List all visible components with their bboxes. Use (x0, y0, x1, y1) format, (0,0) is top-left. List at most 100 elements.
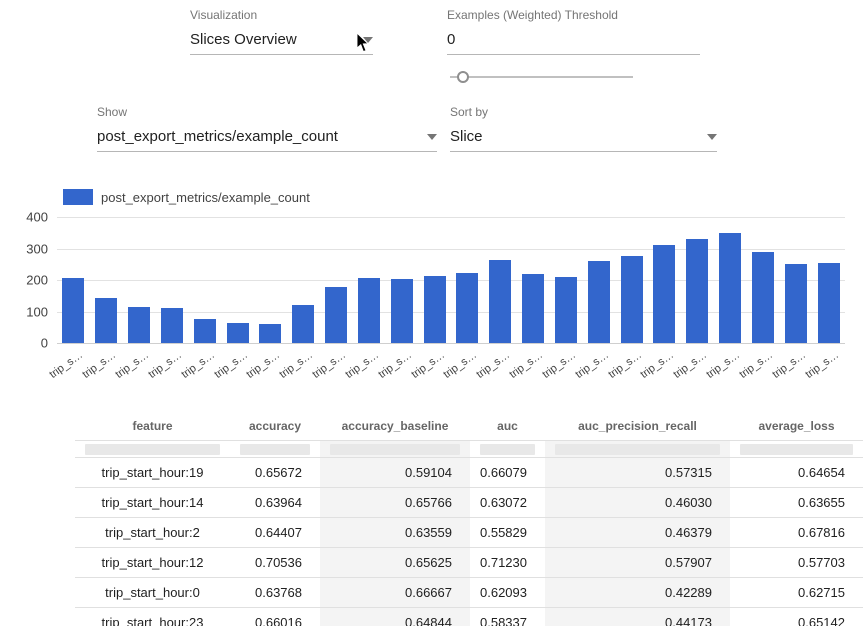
chart-legend: post_export_metrics/example_count (63, 189, 310, 205)
table-row: trip_start_hour:120.705360.656250.712300… (75, 548, 863, 578)
threshold-slider[interactable] (450, 70, 633, 84)
feature-cell: trip_start_hour:12 (75, 548, 230, 577)
column-filter-input[interactable] (85, 444, 220, 455)
metric-cell: 0.67816 (730, 518, 863, 547)
metric-cell: 0.64654 (730, 458, 863, 487)
mouse-cursor-icon (356, 33, 372, 59)
bar[interactable] (719, 233, 741, 343)
visualization-select[interactable]: Visualization Slices Overview (190, 8, 373, 55)
x-axis-tick-label: trip_s… (737, 349, 775, 381)
metric-cell: 0.63072 (470, 488, 545, 517)
bar[interactable] (653, 245, 675, 343)
table-body: trip_start_hour:190.656720.591040.660790… (75, 458, 863, 626)
bar[interactable] (391, 279, 413, 343)
table-filter-cell (320, 441, 470, 457)
bar[interactable] (522, 274, 544, 343)
column-filter-input[interactable] (740, 444, 853, 455)
table-header-row: featureaccuracyaccuracy_baselineaucauc_p… (75, 412, 863, 441)
x-axis-tick-label: trip_s… (540, 349, 578, 381)
show-value: post_export_metrics/example_count (97, 128, 338, 145)
show-select[interactable]: Show post_export_metrics/example_count (97, 105, 437, 152)
x-axis-tick-label: trip_s… (376, 349, 414, 381)
table-filter-cell (75, 441, 230, 457)
metric-cell: 0.66016 (230, 608, 320, 626)
bar[interactable] (95, 298, 117, 343)
table-row: trip_start_hour:230.660160.648440.583370… (75, 608, 863, 626)
x-axis-tick-label: trip_s… (803, 349, 841, 381)
metric-cell: 0.66667 (320, 578, 470, 607)
x-axis-tick-label: trip_s… (639, 349, 677, 381)
y-axis-tick-label: 0 (41, 336, 48, 351)
slider-knob[interactable] (457, 71, 469, 83)
slider-track[interactable] (450, 76, 633, 78)
bar[interactable] (621, 256, 643, 343)
table-filter-cell (470, 441, 545, 457)
show-value-row[interactable]: post_export_metrics/example_count (97, 128, 437, 152)
x-axis-tick-label: trip_s… (343, 349, 381, 381)
x-axis-tick-label: trip_s… (310, 349, 348, 381)
metric-cell: 0.66079 (470, 458, 545, 487)
bar[interactable] (62, 278, 84, 343)
feature-cell: trip_start_hour:23 (75, 608, 230, 626)
visualization-value-row[interactable]: Slices Overview (190, 31, 373, 55)
bar[interactable] (686, 239, 708, 343)
table-header-cell: auc (470, 412, 545, 440)
legend-swatch (63, 189, 93, 205)
metric-cell: 0.71230 (470, 548, 545, 577)
feature-cell: trip_start_hour:0 (75, 578, 230, 607)
bar[interactable] (424, 276, 446, 343)
x-axis-tick-label: trip_s… (442, 349, 480, 381)
bar[interactable] (752, 252, 774, 343)
table-row: trip_start_hour:20.644070.635590.558290.… (75, 518, 863, 548)
bar[interactable] (588, 261, 610, 343)
y-axis-tick-label: 100 (26, 304, 48, 319)
slices-overview-app: Visualization Slices Overview Examples (… (0, 0, 863, 626)
column-filter-input[interactable] (480, 444, 535, 455)
sort-by-label: Sort by (450, 105, 717, 119)
bar[interactable] (128, 307, 150, 343)
x-axis-tick-label: trip_s… (212, 349, 250, 381)
metric-cell: 0.64407 (230, 518, 320, 547)
bar[interactable] (325, 287, 347, 343)
table-header-cell: accuracy (230, 412, 320, 440)
threshold-label: Examples (Weighted) Threshold (447, 8, 700, 22)
bar[interactable] (194, 319, 216, 343)
bar[interactable] (161, 308, 183, 343)
bar[interactable] (259, 324, 281, 343)
threshold-input[interactable]: 0 (447, 31, 700, 55)
column-filter-input[interactable] (330, 444, 460, 455)
feature-cell: trip_start_hour:2 (75, 518, 230, 547)
x-axis-tick-label: trip_s… (278, 349, 316, 381)
bar[interactable] (358, 278, 380, 343)
table-filter-cell (730, 441, 863, 457)
table-header-cell: auc_precision_recall (545, 412, 730, 440)
bar[interactable] (292, 305, 314, 343)
metric-cell: 0.55829 (470, 518, 545, 547)
metric-cell: 0.65142 (730, 608, 863, 626)
metric-cell: 0.70536 (230, 548, 320, 577)
bar[interactable] (785, 264, 807, 343)
metric-cell: 0.63655 (730, 488, 863, 517)
column-filter-input[interactable] (240, 444, 310, 455)
table-row: trip_start_hour:00.637680.666670.620930.… (75, 578, 863, 608)
sort-by-value-row[interactable]: Slice (450, 128, 717, 152)
metric-cell: 0.57703 (730, 548, 863, 577)
x-axis-tick-label: trip_s… (81, 349, 119, 381)
metric-cell: 0.65672 (230, 458, 320, 487)
legend-label: post_export_metrics/example_count (101, 190, 310, 205)
threshold-value: 0 (447, 31, 455, 48)
y-axis-tick-label: 400 (26, 210, 48, 225)
bar[interactable] (818, 263, 840, 343)
sort-by-select[interactable]: Sort by Slice (450, 105, 717, 152)
x-axis-tick-label: trip_s… (507, 349, 545, 381)
bar[interactable] (555, 277, 577, 343)
bar[interactable] (227, 323, 249, 343)
gridline (57, 343, 845, 344)
bar[interactable] (489, 260, 511, 343)
bar[interactable] (456, 273, 478, 343)
metric-cell: 0.62715 (730, 578, 863, 607)
column-filter-input[interactable] (555, 444, 720, 455)
y-axis-tick-label: 300 (26, 241, 48, 256)
metric-cell: 0.46030 (545, 488, 730, 517)
x-axis-tick-label: trip_s… (48, 349, 86, 381)
